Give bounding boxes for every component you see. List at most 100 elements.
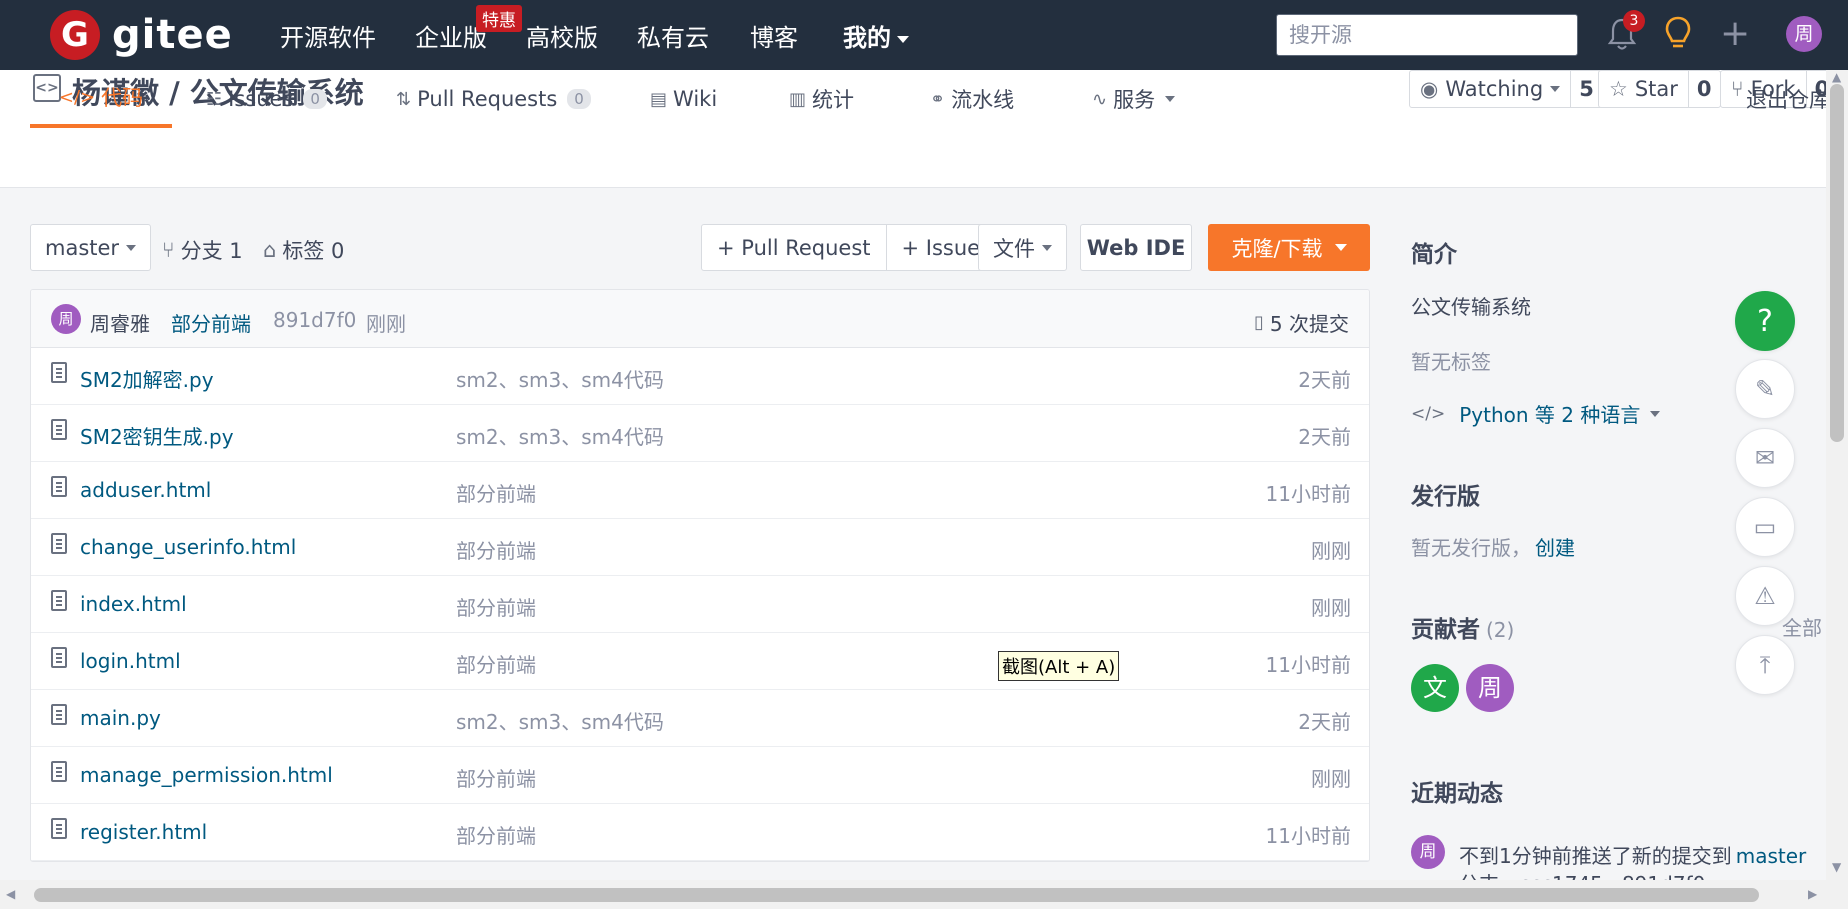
promo-badge: 特惠 bbox=[476, 5, 522, 32]
eye-icon: ◉ bbox=[1420, 77, 1439, 101]
mail-button[interactable]: ✉ bbox=[1735, 428, 1795, 488]
plus-icon[interactable]: + bbox=[1720, 14, 1750, 54]
clone-download-button[interactable]: 克隆/下载 bbox=[1208, 224, 1370, 271]
help-button[interactable]: ? bbox=[1735, 291, 1795, 351]
warning-icon: ⚠ bbox=[1754, 582, 1776, 610]
nav-open-source[interactable]: 开源软件 bbox=[280, 18, 376, 53]
gitee-logo-icon: G bbox=[50, 10, 100, 60]
report-button[interactable]: ⚠ bbox=[1735, 566, 1795, 626]
horizontal-scrollbar-thumb[interactable] bbox=[34, 888, 1759, 902]
file-row: login.html 部分前端 11小时前 bbox=[31, 633, 1369, 690]
wiki-icon: ▤ bbox=[650, 88, 668, 110]
file-commit-message[interactable]: 部分前端 bbox=[456, 820, 536, 849]
file-commit-message[interactable]: 部分前端 bbox=[456, 649, 536, 678]
branch-select[interactable]: master bbox=[30, 224, 152, 271]
scroll-right-arrow-icon[interactable]: ▶ bbox=[1808, 887, 1817, 901]
user-avatar[interactable]: 周 bbox=[1786, 16, 1822, 52]
activity-heading: 近期动态 bbox=[1411, 781, 1503, 807]
screenshot-tooltip: 截图(Alt + A) bbox=[998, 651, 1120, 681]
file-name-link[interactable]: change_userinfo.html bbox=[80, 535, 296, 559]
file-commit-message[interactable]: sm2、sm3、sm4代码 bbox=[456, 364, 664, 393]
lightbulb-icon[interactable] bbox=[1662, 14, 1694, 54]
nav-university[interactable]: 高校版 bbox=[526, 18, 598, 53]
file-commit-message[interactable]: 部分前端 bbox=[456, 478, 536, 507]
file-name-link[interactable]: manage_permission.html bbox=[80, 763, 333, 787]
file-commit-message[interactable]: 部分前端 bbox=[456, 535, 536, 564]
edit-icon: ✎ bbox=[1754, 375, 1776, 403]
file-commit-message[interactable]: 部分前端 bbox=[456, 763, 536, 792]
vertical-scrollbar-thumb[interactable] bbox=[1830, 84, 1844, 442]
scroll-down-arrow-icon[interactable]: ▼ bbox=[1832, 860, 1841, 874]
tags-link[interactable]: ⌂ 标签 0 bbox=[263, 235, 344, 265]
tab-wiki[interactable]: ▤ Wiki bbox=[650, 70, 717, 128]
file-name-link[interactable]: register.html bbox=[80, 820, 207, 844]
notification-count-badge: 3 bbox=[1623, 10, 1645, 32]
back-to-top-button[interactable]: ⤒ bbox=[1735, 635, 1795, 695]
web-ide-button[interactable]: Web IDE bbox=[1080, 224, 1192, 271]
file-icon bbox=[51, 761, 67, 782]
star-button[interactable]: ☆ Star 0 bbox=[1598, 70, 1721, 108]
nav-private-cloud[interactable]: 私有云 bbox=[637, 18, 709, 53]
tab-wiki-label: Wiki bbox=[673, 87, 718, 111]
commit-count-link[interactable]: ▯ 5 次提交 bbox=[1254, 308, 1349, 337]
contributors-heading: 贡献者 (2) bbox=[1411, 610, 1514, 644]
intro-text: 公文传输系统 bbox=[1411, 295, 1531, 319]
file-commit-message[interactable]: 部分前端 bbox=[456, 592, 536, 621]
search-box[interactable] bbox=[1276, 14, 1578, 56]
contributor-avatar[interactable]: 文 bbox=[1411, 664, 1459, 712]
nav-mine-menu[interactable]: 我的 bbox=[843, 18, 909, 53]
file-commit-message[interactable]: sm2、sm3、sm4代码 bbox=[456, 421, 664, 450]
file-commit-message[interactable]: sm2、sm3、sm4代码 bbox=[456, 706, 664, 735]
file-name-link[interactable]: adduser.html bbox=[80, 478, 211, 502]
activity-avatar[interactable]: 周 bbox=[1411, 835, 1445, 869]
tab-stats[interactable]: ▥ 统计 bbox=[789, 70, 854, 128]
tab-pipeline[interactable]: ⚭ 流水线 bbox=[930, 70, 1014, 128]
branches-link[interactable]: ⑂ 分支 1 bbox=[162, 235, 243, 265]
service-icon: ∿ bbox=[1092, 88, 1108, 110]
commit-count-label: 5 次提交 bbox=[1269, 312, 1349, 336]
commit-hash[interactable]: 891d7f0 bbox=[273, 308, 356, 332]
watch-button[interactable]: ◉ Watching 5 bbox=[1409, 70, 1603, 108]
file-name-link[interactable]: index.html bbox=[80, 592, 187, 616]
file-icon bbox=[51, 590, 67, 611]
new-pull-request-button[interactable]: + Pull Request bbox=[702, 225, 886, 270]
file-icon bbox=[51, 419, 67, 440]
file-menu-button[interactable]: 文件 bbox=[978, 224, 1067, 271]
chevron-down-icon bbox=[126, 244, 137, 251]
file-name-link[interactable]: login.html bbox=[80, 649, 181, 673]
commit-author-avatar[interactable]: 周 bbox=[51, 304, 81, 334]
file-time: 刚刚 bbox=[1311, 539, 1351, 563]
file-time: 2天前 bbox=[1298, 368, 1351, 392]
nav-mine-label: 我的 bbox=[843, 24, 891, 52]
file-name-link[interactable]: main.py bbox=[80, 706, 161, 730]
search-input[interactable] bbox=[1277, 15, 1577, 55]
create-release-link[interactable]: 创建 bbox=[1535, 536, 1575, 560]
chat-button[interactable]: ▭ bbox=[1735, 497, 1795, 557]
exit-repo-link[interactable]: 退出仓库 bbox=[1746, 70, 1830, 128]
file-row: SM2加解密.py sm2、sm3、sm4代码 2天前 bbox=[31, 348, 1369, 405]
feedback-button[interactable]: ✎ bbox=[1735, 359, 1795, 419]
top-navbar: G gitee 开源软件 企业版 特惠 高校版 私有云 博客 我的 3 + 周 bbox=[0, 0, 1848, 70]
commit-author[interactable]: 周睿雅 bbox=[90, 308, 150, 337]
horizontal-scrollbar[interactable]: ◀ ▶ bbox=[0, 880, 1848, 909]
release-heading: 发行版 bbox=[1411, 484, 1480, 510]
file-name-link[interactable]: SM2密钥生成.py bbox=[80, 421, 234, 450]
languages-dropdown[interactable]: </> Python 等 2 种语言 bbox=[1411, 399, 1661, 428]
file-name-link[interactable]: SM2加解密.py bbox=[80, 364, 214, 393]
file-icon bbox=[51, 476, 67, 497]
tab-pull-requests[interactable]: ⇅ Pull Requests 0 bbox=[396, 70, 591, 128]
scroll-up-arrow-icon[interactable]: ▲ bbox=[1832, 70, 1841, 84]
tab-issues[interactable]: ☷ Issues 0 bbox=[206, 70, 327, 128]
contributor-avatar[interactable]: 周 bbox=[1466, 664, 1514, 712]
gitee-logo[interactable]: G gitee bbox=[50, 10, 233, 60]
all-contributors-link[interactable]: 全部 bbox=[1782, 612, 1822, 641]
nav-blog[interactable]: 博客 bbox=[750, 18, 798, 53]
tab-service[interactable]: ∿ 服务 bbox=[1092, 70, 1176, 128]
scroll-left-arrow-icon[interactable]: ◀ bbox=[6, 887, 15, 901]
star-count[interactable]: 0 bbox=[1687, 71, 1720, 107]
commit-message[interactable]: 部分前端 bbox=[171, 308, 251, 337]
chevron-down-icon bbox=[897, 35, 909, 43]
vertical-scrollbar[interactable]: ▲ ▼ bbox=[1826, 70, 1848, 880]
tab-code[interactable]: </> 代码 bbox=[30, 70, 172, 128]
activity-branch-link[interactable]: master bbox=[1736, 844, 1807, 868]
